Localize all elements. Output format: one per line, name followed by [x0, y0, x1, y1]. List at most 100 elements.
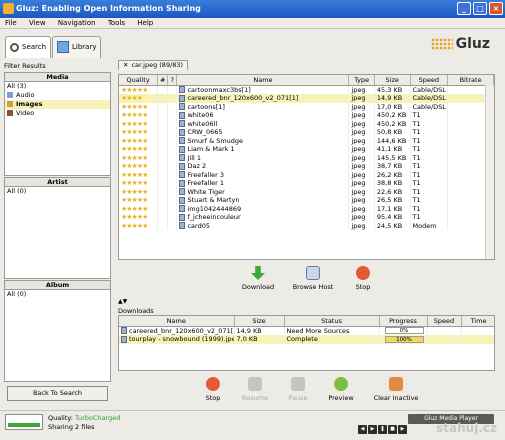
- result-row[interactable]: ★★★★★ Freefaller 1 jpeg 38,8 KB T1: [119, 179, 494, 188]
- dl-name: careered_bnr_120x600_v2_071[1].j...: [119, 326, 235, 335]
- logo-text: Gluz: [455, 36, 490, 52]
- downloads-label: Downloads: [118, 307, 154, 315]
- media-audio[interactable]: Audio: [5, 91, 110, 100]
- progress-text: 0%: [399, 328, 409, 335]
- result-row[interactable]: ★★★★★ Liam & Mark 1 jpeg 41,1 KB T1: [119, 145, 494, 154]
- row-info: [167, 179, 178, 188]
- media-images[interactable]: Images: [5, 100, 110, 109]
- player-pause-icon[interactable]: ❚: [378, 425, 387, 434]
- close-button[interactable]: ×: [489, 2, 503, 15]
- result-row[interactable]: ★★★★ careered_bnr_120x600_v2_071[1] jpeg 14…: [119, 94, 494, 103]
- dl-name: tourplay - snowbound (1999).jpeg: [119, 335, 235, 344]
- result-row[interactable]: ★★★★★ Stuart & Martyn jpeg 26,5 KB T1: [119, 196, 494, 205]
- result-name: White Tiger: [176, 187, 350, 196]
- menu-navigation[interactable]: Navigation: [53, 18, 101, 29]
- result-row[interactable]: ★★★★★ Freefaller 3 jpeg 26,2 KB T1: [119, 170, 494, 179]
- result-name: Liam & Mark 1: [176, 145, 350, 154]
- result-size: 38,7 KB: [374, 162, 411, 171]
- player-prev-icon[interactable]: ◀: [358, 425, 367, 434]
- result-row[interactable]: ★★★★★ cartoons[1] jpeg 17,0 KB Cable/DSL: [119, 102, 494, 111]
- sharing-status: Sharing 2 files: [48, 423, 95, 431]
- row-info: [167, 153, 178, 162]
- download-button[interactable]: Download: [236, 266, 280, 291]
- quality-stars: ★★★★★: [119, 221, 159, 230]
- media-all[interactable]: All (3): [5, 82, 110, 91]
- menu-file[interactable]: File: [0, 18, 22, 29]
- resume-button[interactable]: Resume: [238, 377, 272, 402]
- dl-col-name[interactable]: Name: [119, 316, 235, 327]
- media-video[interactable]: Video: [5, 109, 110, 118]
- result-row[interactable]: ★★★★★ Daz 2 jpeg 38,7 KB T1: [119, 162, 494, 171]
- row-number: [157, 119, 169, 128]
- stop-button[interactable]: Stop: [348, 266, 378, 291]
- preview-button[interactable]: Preview: [325, 377, 357, 402]
- result-row[interactable]: ★★★★★ white06 jpeg 450,2 KB T1: [119, 111, 494, 120]
- result-row[interactable]: ★★★★★ card05 jpeg 24,5 KB Modem: [119, 221, 494, 230]
- dl-col-size[interactable]: Size: [234, 316, 285, 327]
- back-to-search-button[interactable]: Back To Search: [7, 386, 108, 401]
- pause-label: Pause: [288, 394, 308, 402]
- row-info: [167, 102, 178, 111]
- media-video-label: Video: [16, 109, 35, 117]
- quality-stars: ★★★★★: [119, 136, 159, 145]
- pause-button[interactable]: Pause: [284, 377, 312, 402]
- col-name[interactable]: Name: [176, 75, 350, 86]
- menu-view[interactable]: View: [24, 18, 51, 29]
- dl-col-status[interactable]: Status: [284, 316, 380, 327]
- result-row[interactable]: ★★★★★ CRW_0665 jpeg 50,8 KB T1: [119, 128, 494, 137]
- result-speed: Cable/DSL: [410, 94, 449, 103]
- album-filter: Album All (0): [4, 280, 111, 382]
- download-row[interactable]: careered_bnr_120x600_v2_071[1].j...14,9 …: [119, 326, 494, 335]
- maximize-button[interactable]: □: [473, 2, 487, 15]
- row-number: [157, 128, 169, 137]
- result-size: 17,1 KB: [374, 204, 411, 213]
- result-type: jpeg: [348, 196, 375, 205]
- window-title: Gluz: Enabling Open Information Sharing: [16, 4, 201, 13]
- result-speed: T1: [410, 196, 449, 205]
- menu-help[interactable]: Help: [132, 18, 158, 29]
- minimize-button[interactable]: _: [457, 2, 471, 15]
- results-scrollbar[interactable]: [485, 85, 494, 259]
- result-type: jpeg: [348, 153, 375, 162]
- dl-col-progress[interactable]: Progress: [379, 316, 428, 327]
- player-stop-icon[interactable]: ■: [388, 425, 397, 434]
- close-tab-icon[interactable]: ✕: [123, 61, 128, 69]
- result-row[interactable]: ★★★★★ Smurf & Smudge jpeg 144,6 KB T1: [119, 136, 494, 145]
- video-icon: [7, 110, 13, 116]
- download-row[interactable]: tourplay - snowbound (1999).jpeg 7,0 KB Co…: [119, 335, 494, 344]
- result-row[interactable]: ★★★★★ img1042444869 jpeg 17,1 KB T1: [119, 204, 494, 213]
- result-row[interactable]: ★★★★★ White Tiger jpeg 22,6 KB T1: [119, 187, 494, 196]
- browse-host-button[interactable]: Browse Host: [290, 266, 336, 291]
- result-row[interactable]: ★★★★★ Jill 1 jpeg 145,5 KB T1: [119, 153, 494, 162]
- result-row[interactable]: ★★★★★ white06ll jpeg 450,2 KB T1: [119, 119, 494, 128]
- dl-size: 7,0 KB: [234, 335, 285, 344]
- result-type: jpeg: [348, 204, 375, 213]
- album-all[interactable]: All (0): [5, 290, 110, 299]
- dl-col-time[interactable]: Time: [461, 316, 494, 327]
- player-next-icon[interactable]: ▶: [398, 425, 407, 434]
- tab-library[interactable]: Library: [52, 36, 102, 58]
- player-play-icon[interactable]: ▶: [368, 425, 377, 434]
- dl-stop-button[interactable]: Stop: [200, 377, 226, 402]
- result-name: careered_bnr_120x600_v2_071[1]: [176, 94, 350, 103]
- col-type[interactable]: Type: [348, 75, 375, 86]
- col-info[interactable]: ?: [167, 75, 178, 86]
- col-number[interactable]: #: [157, 75, 169, 86]
- col-speed[interactable]: Speed: [410, 75, 449, 86]
- col-bitrate[interactable]: Bitrate: [447, 75, 494, 86]
- splitter-arrows-icon[interactable]: ▲▼: [118, 298, 127, 305]
- dl-col-speed[interactable]: Speed: [427, 316, 462, 327]
- result-name: img1042444869: [176, 204, 350, 213]
- result-row[interactable]: ★★★★★ cartoonmaxc3bs[1] jpeg 45,3 KB Cable/D…: [119, 85, 494, 94]
- result-name: f_jcheeincouleur: [176, 213, 350, 222]
- artist-all[interactable]: All (0): [5, 187, 110, 196]
- quality-gauge-icon: [5, 414, 43, 430]
- col-quality[interactable]: Quality: [119, 75, 159, 86]
- search-result-tab[interactable]: ✕ car.jpeg (89/83): [118, 60, 189, 70]
- tab-search[interactable]: Search: [5, 36, 52, 58]
- menu-tools[interactable]: Tools: [103, 18, 130, 29]
- clear-inactive-button[interactable]: Clear Inactive: [372, 377, 420, 402]
- col-size[interactable]: Size: [374, 75, 411, 86]
- result-row[interactable]: ★★★★★ f_jcheeincouleur jpeg 95,4 KB T1: [119, 213, 494, 222]
- row-number: [157, 162, 169, 171]
